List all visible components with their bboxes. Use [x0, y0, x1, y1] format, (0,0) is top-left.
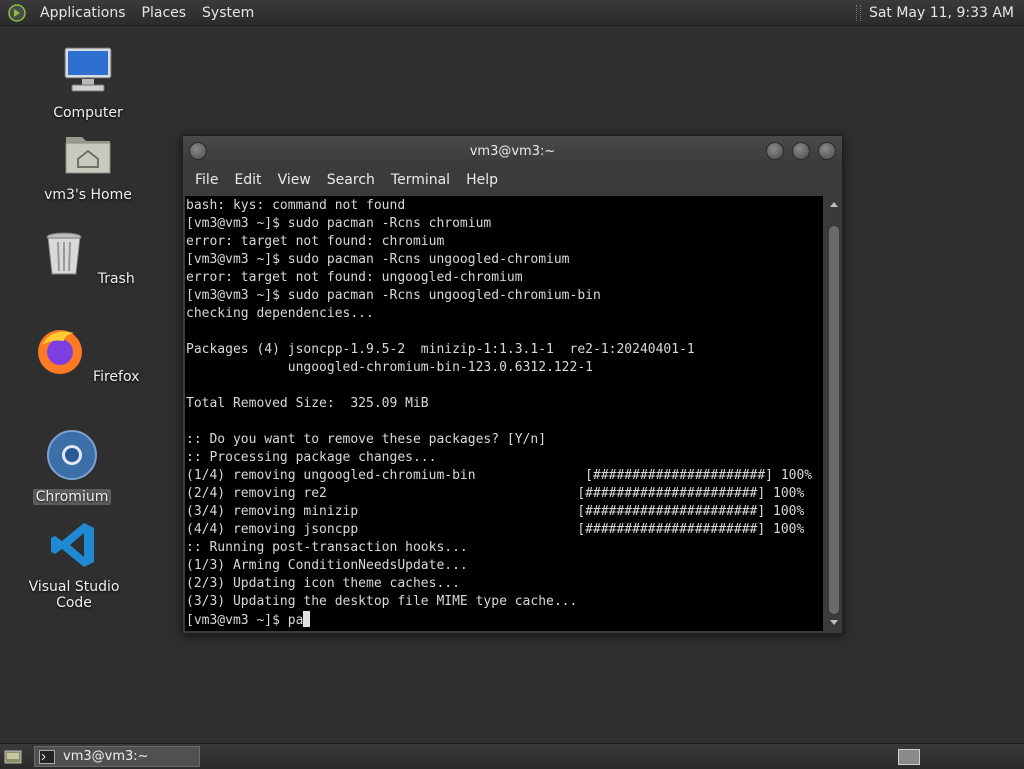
menu-view[interactable]: View [270, 172, 319, 188]
firefox-icon [37, 330, 82, 374]
terminal-line: (2/3) Updating icon theme caches... [186, 576, 460, 591]
vscode-icon [51, 523, 94, 567]
terminal-line: (3/4) removing minizip [################… [186, 504, 805, 519]
clock[interactable]: Sat May 11, 9:33 AM [869, 5, 1014, 21]
prompt: [vm3@vm3 ~]$ [186, 613, 288, 628]
desktop-icon-chromium[interactable]: Chromium [12, 429, 132, 505]
terminal-line: (1/3) Arming ConditionNeedsUpdate... [186, 558, 468, 573]
terminal-line: (3/3) Updating the desktop file MIME typ… [186, 594, 578, 609]
terminal-line: ungoogled-chromium-bin-123.0.6312.122-1 [186, 360, 593, 375]
minimize-button[interactable] [766, 142, 784, 160]
menu-edit[interactable]: Edit [226, 172, 269, 188]
menu-search[interactable]: Search [319, 172, 383, 188]
desktop-icon-label: Firefox [93, 369, 140, 385]
terminal-menubar: File Edit View Search Terminal Help [183, 166, 842, 194]
terminal-scrollbar[interactable] [827, 196, 841, 631]
terminal-line: error: target not found: chromium [186, 234, 445, 249]
desktop-icon-vscode[interactable]: Visual Studio Code [14, 519, 134, 611]
scrollbar-thumb[interactable] [829, 226, 839, 614]
terminal-line: [vm3@vm3 ~]$ sudo pacman -Rcns chromium [186, 216, 492, 231]
places-menu[interactable]: Places [134, 5, 195, 21]
terminal-line: :: Running post-transaction hooks... [186, 540, 468, 555]
home-folder-icon [65, 137, 111, 174]
terminal-line: :: Do you want to remove these packages?… [186, 432, 547, 447]
menu-file[interactable]: File [187, 172, 226, 188]
desktop-icon-label: Chromium [32, 489, 112, 505]
applications-menu-icon[interactable] [8, 3, 26, 22]
terminal-line: (1/4) removing ungoogled-chromium-bin [#… [186, 468, 813, 483]
trash-icon [46, 232, 82, 275]
terminal-icon [39, 749, 55, 764]
computer-icon [64, 47, 112, 92]
terminal-line: bash: kys: command not found [186, 198, 406, 213]
panel-handle [855, 4, 861, 21]
close-button[interactable] [818, 142, 836, 160]
terminal-line: checking dependencies... [186, 306, 374, 321]
taskbar-terminal-button[interactable]: vm3@vm3:~ [34, 746, 200, 767]
scroll-down-arrow-icon[interactable] [830, 620, 838, 625]
terminal-window[interactable]: vm3@vm3:~ File Edit View Search Terminal… [182, 135, 843, 634]
desktop-icon-trash[interactable]: Trash [28, 227, 148, 287]
desktop-icon-label: vm3's Home [44, 187, 132, 203]
applications-menu[interactable]: Applications [32, 5, 134, 21]
maximize-button[interactable] [792, 142, 810, 160]
terminal-line: [vm3@vm3 ~]$ sudo pacman -Rcns ungoogled… [186, 252, 570, 267]
chromium-icon [47, 430, 97, 480]
terminal-line: [vm3@vm3 ~]$ sudo pacman -Rcns ungoogled… [186, 288, 601, 303]
terminal-line: Packages (4) jsoncpp-1.9.5-2 minizip-1:1… [186, 342, 695, 357]
terminal-line: Total Removed Size: 325.09 MiB [186, 396, 429, 411]
desktop-icon-label: Visual Studio Code [28, 579, 120, 611]
terminal-line: (4/4) removing jsoncpp [################… [186, 522, 805, 537]
top-panel: Applications Places System Sat May 11, 9… [0, 0, 1024, 26]
desktop-icon-label: Computer [53, 105, 123, 121]
taskbar-button-label: vm3@vm3:~ [63, 749, 149, 764]
menu-terminal[interactable]: Terminal [383, 172, 458, 188]
menu-help[interactable]: Help [458, 172, 506, 188]
desktop-icon-label: Trash [97, 271, 135, 287]
panel-clock-area: Sat May 11, 9:33 AM [855, 4, 1024, 21]
command-input[interactable]: pa [288, 613, 304, 628]
window-titlebar[interactable]: vm3@vm3:~ [183, 136, 842, 166]
terminal-line: :: Processing package changes... [186, 450, 437, 465]
window-menu-button[interactable] [189, 142, 207, 160]
terminal-output[interactable]: bash: kys: command not found [vm3@vm3 ~]$… [185, 196, 823, 631]
terminal-line: (2/4) removing re2 [####################… [186, 486, 805, 501]
terminal-text: bash: kys: command not found [vm3@vm3 ~]$… [185, 196, 823, 629]
show-desktop-icon[interactable] [4, 750, 22, 764]
window-title: vm3@vm3:~ [469, 143, 556, 159]
terminal-line: error: target not found: ungoogled-chrom… [186, 270, 523, 285]
terminal-prompt-line[interactable]: [vm3@vm3 ~]$ pa [186, 611, 823, 629]
desktop-icon-home[interactable]: vm3's Home [28, 127, 148, 203]
scroll-up-arrow-icon[interactable] [830, 202, 838, 207]
desktop-icon-firefox[interactable]: Firefox [28, 325, 148, 385]
desktop-icon-computer[interactable]: Computer [28, 45, 148, 121]
text-cursor [303, 611, 311, 627]
workspace-switcher[interactable] [898, 748, 920, 765]
bottom-panel: vm3@vm3:~ [0, 743, 1024, 769]
system-menu[interactable]: System [194, 5, 262, 21]
